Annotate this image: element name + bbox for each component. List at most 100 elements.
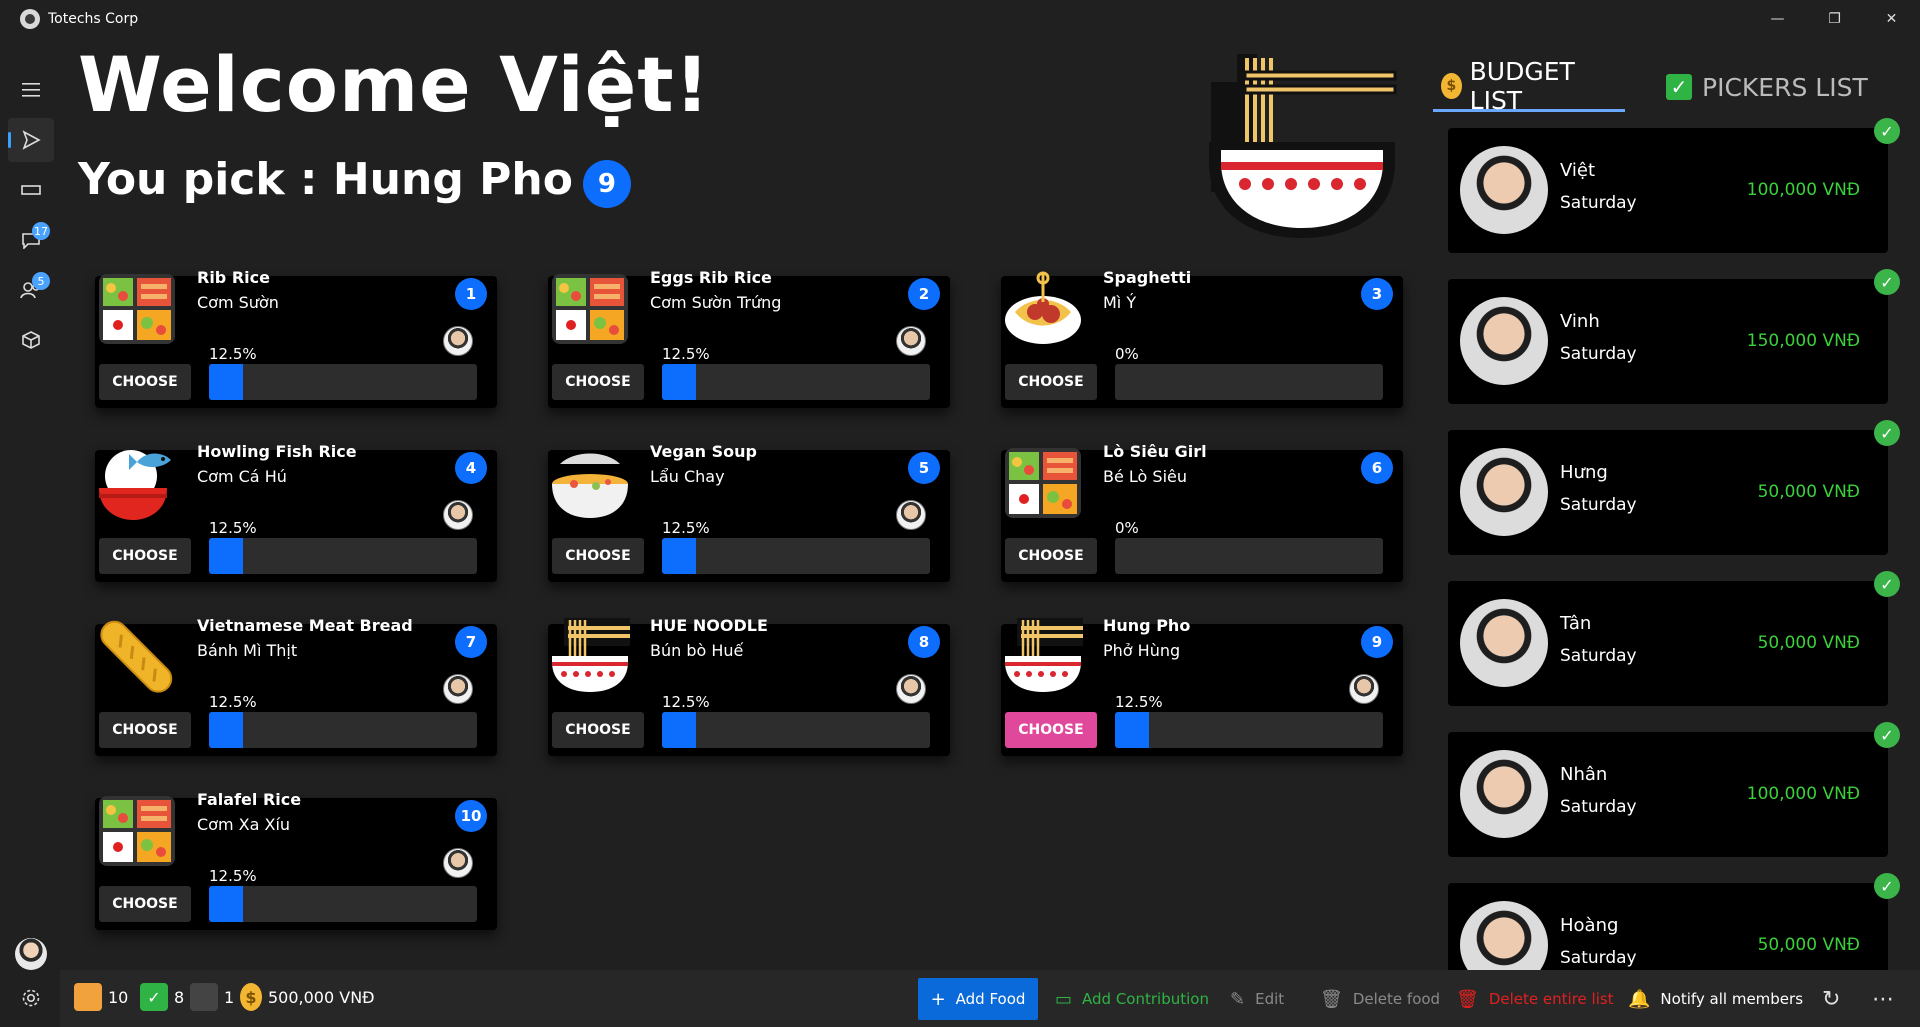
food-card: HUE NOODLE Bún bò Huế 8 12.5% CHOOSE	[540, 616, 950, 756]
food-vote-percent: 12.5%	[209, 345, 257, 363]
refresh-icon: ↻	[1822, 986, 1841, 1012]
member-contribution: 50,000 VNĐ	[1757, 633, 1860, 653]
food-card: Eggs Rib Rice Cơm Sườn Trứng 2 12.5% CHOOSE	[540, 268, 950, 408]
vote-progress-fill	[662, 364, 696, 400]
food-number-badge: 7	[455, 626, 487, 658]
budget-member-card[interactable]: Vinh Saturday 150,000 VNĐ ✓	[1448, 269, 1900, 404]
choose-button[interactable]: CHOOSE	[1005, 538, 1097, 574]
restore-button[interactable]: ❐	[1806, 0, 1863, 38]
food-number-badge: 8	[908, 626, 940, 658]
nav-item-tray[interactable]	[8, 168, 54, 212]
nav-item-food[interactable]	[8, 118, 54, 162]
member-contribution: 150,000 VNĐ	[1746, 331, 1860, 351]
vote-progress-fill	[209, 712, 243, 748]
settings-button[interactable]	[8, 976, 54, 1020]
money-bag-icon: $	[240, 983, 262, 1011]
hamburger-menu-button[interactable]	[8, 68, 54, 112]
food-card: Rib Rice Cơm Sườn 1 12.5% CHOOSE	[87, 268, 497, 408]
food-vietnamese-name: Bún bò Huế	[650, 641, 744, 660]
vote-progress-fill	[209, 364, 243, 400]
vote-progress-bar	[209, 538, 477, 574]
delete-food-button[interactable]: 🗑 Delete food	[1320, 978, 1440, 1020]
right-panel-tabs: $ BUDGET LIST ✓ PICKERS LIST	[1433, 57, 1913, 115]
delete-list-label: Delete entire list	[1488, 990, 1614, 1008]
budget-member-card[interactable]: Việt Saturday 100,000 VNĐ ✓	[1448, 118, 1900, 253]
food-vietnamese-name: Phở Hùng	[1103, 641, 1181, 660]
vote-progress-fill	[662, 712, 696, 748]
choose-button[interactable]: CHOOSE	[99, 712, 191, 748]
member-name: Hoàng	[1560, 915, 1619, 936]
choose-button[interactable]: CHOOSE	[1005, 712, 1097, 748]
budget-member-card[interactable]: Hưng Saturday 50,000 VNĐ ✓	[1448, 420, 1900, 555]
money-bag-icon: $	[1441, 72, 1462, 99]
choose-button[interactable]: CHOOSE	[99, 364, 191, 400]
member-name: Nhân	[1560, 764, 1608, 785]
food-vietnamese-name: Cơm Sườn Trứng	[650, 293, 782, 312]
delete-entire-list-button[interactable]: 🗑 Delete entire list	[1456, 978, 1614, 1020]
notify-members-button[interactable]: 🔔 Notify all members	[1628, 978, 1803, 1020]
member-count-stat: 1	[190, 982, 234, 1012]
nav-item-people[interactable]: 5	[8, 268, 54, 312]
more-icon: ⋯	[1872, 986, 1894, 1012]
vote-progress-bar	[1115, 538, 1383, 574]
vote-progress-bar	[209, 886, 477, 922]
choose-button[interactable]: CHOOSE	[552, 538, 644, 574]
add-food-button[interactable]: + Add Food	[918, 978, 1038, 1020]
member-day: Saturday	[1560, 646, 1637, 666]
food-name: Vietnamese Meat Bread	[197, 616, 413, 635]
food-card: Falafel Rice Cơm Xa Xíu 10 12.5% CHOOSE	[87, 790, 497, 930]
more-options-button[interactable]: ⋯	[1872, 978, 1894, 1020]
food-name: Lò Siêu Girl	[1103, 442, 1207, 461]
add-contribution-button[interactable]: ▭ Add Contribution	[1055, 978, 1209, 1020]
nav-item-package[interactable]	[8, 318, 54, 362]
member-avatar	[1460, 599, 1548, 687]
tab-budget-label: BUDGET LIST	[1469, 56, 1575, 115]
choose-button[interactable]: CHOOSE	[1005, 364, 1097, 400]
food-count-stat: 10	[74, 982, 128, 1012]
app-title: Totechs Corp	[48, 11, 139, 27]
member-day: Saturday	[1560, 193, 1637, 213]
food-name: Hung Pho	[1103, 616, 1191, 635]
plus-icon: +	[930, 988, 946, 1010]
member-day: Saturday	[1560, 495, 1637, 515]
food-vietnamese-name: Cơm Xa Xíu	[197, 815, 291, 834]
tab-budget-list[interactable]: $ BUDGET LIST	[1433, 57, 1625, 115]
user-avatar[interactable]	[15, 938, 47, 970]
gear-icon	[22, 989, 40, 1007]
close-button[interactable]: ✕	[1863, 0, 1920, 38]
chat-count-badge: 17	[32, 222, 50, 240]
member-day: Saturday	[1560, 797, 1637, 817]
current-pick-number-badge: 9	[582, 160, 631, 208]
choose-button[interactable]: CHOOSE	[99, 538, 191, 574]
checkmark-icon: ✓	[140, 983, 168, 1011]
food-vietnamese-name: Lẩu Chay	[650, 467, 725, 486]
member-avatar	[1460, 750, 1548, 838]
choose-button[interactable]: CHOOSE	[552, 364, 644, 400]
budget-member-card[interactable]: Nhân Saturday 100,000 VNĐ ✓	[1448, 722, 1900, 857]
food-vote-percent: 12.5%	[1115, 693, 1163, 711]
nav-item-chat[interactable]: 17	[8, 218, 54, 262]
choose-button[interactable]: CHOOSE	[99, 886, 191, 922]
choose-button[interactable]: CHOOSE	[552, 712, 644, 748]
food-number-badge: 2	[908, 278, 940, 310]
budget-member-card[interactable]: Tân Saturday 50,000 VNĐ ✓	[1448, 571, 1900, 706]
bento-icon	[97, 790, 177, 870]
tab-pickers-list[interactable]: ✓ PICKERS LIST	[1658, 62, 1868, 112]
member-count: 1	[224, 987, 235, 1007]
picker-avatar	[443, 848, 473, 878]
fishrice-icon	[97, 442, 177, 522]
minimize-button[interactable]: —	[1749, 0, 1806, 38]
add-contribution-label: Add Contribution	[1082, 990, 1209, 1008]
food-card: Hung Pho Phở Hùng 9 12.5% CHOOSE	[993, 616, 1403, 756]
noodle-icon	[1003, 616, 1083, 696]
picker-avatar	[443, 326, 473, 356]
refresh-button[interactable]: ↻	[1822, 978, 1840, 1020]
spaghetti-icon	[1003, 268, 1083, 348]
delete-food-label: Delete food	[1352, 990, 1441, 1008]
edit-button[interactable]: ✎ Edit	[1230, 978, 1284, 1020]
vote-progress-bar	[662, 538, 930, 574]
current-pick-label: You pick : Hung Pho	[78, 153, 573, 205]
app-logo-icon	[20, 9, 40, 29]
picked-count: 8	[174, 987, 185, 1007]
member-day: Saturday	[1560, 948, 1637, 968]
